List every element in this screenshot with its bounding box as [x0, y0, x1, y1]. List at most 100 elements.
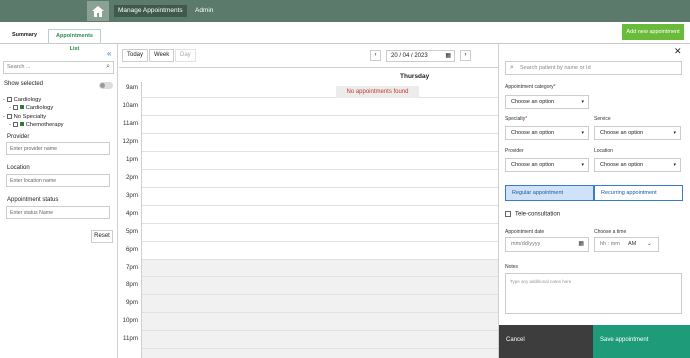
tele-consultation-checkbox[interactable] — [505, 211, 511, 217]
tree-item-label: Cardiology — [13, 97, 42, 103]
time-slot-row[interactable] — [142, 186, 498, 188]
double-chevron-left-icon[interactable]: « — [107, 49, 111, 58]
time-slot-row[interactable] — [142, 348, 498, 350]
chevron-down-icon: ▾ — [581, 99, 584, 105]
time-slot-label: 4pm — [125, 209, 138, 217]
chevron-down-icon: ▾ — [581, 130, 584, 136]
time-slot-row[interactable] — [142, 150, 498, 152]
reset-button[interactable]: Reset — [91, 230, 113, 243]
appointment-category-select[interactable]: Choose an option ▾ — [505, 95, 589, 109]
provider-label: Provider — [505, 148, 524, 154]
time-slot-label: 9pm — [125, 299, 138, 307]
tree-branch-marker: - — [9, 105, 11, 111]
time-slot-row[interactable] — [142, 330, 498, 332]
patient-search-input[interactable]: ⌕ Search patient by name or Id — [505, 61, 682, 75]
new-appointment-panel: ✕ ⌕ Search patient by name or Id Appoint… — [498, 44, 690, 358]
day-view-button[interactable]: Day — [175, 49, 196, 62]
calendar-icon[interactable]: ▦ — [578, 238, 584, 251]
tree-item-label: Chemotherapy — [25, 122, 64, 128]
specialty-label-text: Specialty — [505, 116, 526, 122]
tree-branch-marker: - — [9, 122, 11, 128]
service-select[interactable]: Choose an option ▾ — [594, 126, 681, 140]
show-selected-toggle[interactable] — [99, 82, 113, 89]
tree-checkbox[interactable] — [6, 96, 12, 102]
add-new-appointment-button[interactable]: Add new appointment — [622, 24, 684, 40]
time-slot-row[interactable] — [142, 294, 498, 296]
time-slot-row[interactable] — [142, 114, 498, 116]
tree-checkbox[interactable] — [12, 121, 18, 127]
time-slot-row[interactable] — [142, 276, 498, 278]
specialty-select[interactable]: Choose an option ▾ — [505, 126, 589, 140]
save-appointment-button[interactable]: Save appointment — [593, 325, 690, 358]
status-filter-input[interactable]: Enter status Name — [6, 206, 110, 219]
calendar-date-input[interactable]: 20 / 04 / 2023 ▦ — [386, 50, 455, 62]
location-filter-input[interactable]: Enter location name — [6, 174, 110, 187]
show-selected-label: Show selected — [4, 81, 44, 87]
close-icon[interactable]: ✕ — [674, 46, 682, 57]
time-slot-label: 10am — [122, 101, 138, 109]
tree-checkbox[interactable] — [6, 113, 12, 119]
recurring-appointment-toggle[interactable]: Recurring appointment — [594, 185, 683, 201]
time-slot-label: 2pm — [125, 173, 138, 181]
appointment-category-label-text: Appointment category — [505, 84, 554, 90]
tab-appointments-list[interactable]: Appointments List — [48, 29, 101, 52]
service-label: Service — [594, 116, 611, 122]
time-slot-label: 11pm — [122, 335, 138, 343]
time-slot-label: 10pm — [122, 317, 138, 325]
ampm-select[interactable]: AM — [628, 238, 636, 251]
time-placeholder: hh : mm — [600, 241, 620, 247]
required-mark: * — [525, 116, 528, 122]
time-slot-row[interactable] — [142, 222, 498, 224]
tele-consultation-option[interactable]: Tele-consultation — [505, 211, 560, 218]
select-value: Choose an option — [511, 130, 555, 136]
select-value: Choose an option — [600, 130, 644, 136]
patient-search-placeholder: Search patient by name or Id — [520, 65, 591, 71]
tree-item-chemotherapy[interactable]: - Chemotherapy — [9, 121, 64, 129]
calendar-icon[interactable]: ▦ — [445, 51, 451, 61]
provider-filter-input[interactable]: Enter provider name — [6, 142, 110, 155]
home-icon — [92, 5, 104, 17]
tree-item-cardiology-child[interactable]: - Cardiology — [9, 104, 53, 112]
provider-select[interactable]: Choose an option ▾ — [505, 158, 589, 172]
tab-summary[interactable]: Summary — [8, 29, 41, 43]
time-slot-row[interactable] — [142, 168, 498, 170]
time-slot-row[interactable] — [142, 204, 498, 206]
time-slot-label: 5pm — [125, 227, 138, 235]
time-slot-row[interactable] — [142, 240, 498, 242]
time-slot-label: 7pm — [125, 263, 138, 271]
time-slot-row[interactable] — [142, 312, 498, 314]
today-button[interactable]: Today — [122, 49, 149, 62]
time-slot-row[interactable] — [142, 132, 498, 134]
tree-item-cardiology[interactable]: - Cardiology — [3, 96, 41, 104]
appointment-category-label: Appointment category* — [505, 84, 556, 90]
regular-appointment-toggle[interactable]: Regular appointment — [505, 185, 594, 201]
appointment-date-label: Appointment date — [505, 229, 545, 235]
sidebar-search-placeholder: Search ... — [7, 64, 31, 70]
home-button[interactable] — [87, 1, 109, 21]
select-value: Choose an option — [511, 99, 555, 105]
time-slot-label: 1pm — [125, 155, 138, 163]
calendar-day-view: Today Week Day ‹ 20 / 04 / 2023 ▦ › Thur… — [119, 44, 498, 358]
appointment-date-input[interactable]: mm/dd/yyyy ▦ — [505, 237, 589, 252]
time-slot-row[interactable] — [142, 258, 498, 260]
cancel-button[interactable]: Cancel — [499, 325, 593, 358]
week-view-button[interactable]: Week — [149, 49, 175, 62]
location-select[interactable]: Choose an option ▾ — [594, 158, 681, 172]
sidebar-search-input[interactable]: Search ... ⌕ — [3, 61, 114, 74]
nav-manage-appointments[interactable]: Manage Appointments — [114, 5, 187, 17]
notes-textarea[interactable]: Type any additional notes here — [505, 273, 682, 314]
no-appointments-message: No appointments found — [336, 86, 419, 98]
chevron-left-icon[interactable]: ‹ — [370, 50, 381, 61]
tree-collapse-marker: - — [3, 97, 5, 103]
tree-checkbox[interactable] — [12, 104, 18, 110]
specialty-label: Specialty* — [505, 116, 527, 122]
chevron-right-icon[interactable]: › — [460, 50, 471, 61]
date-placeholder: mm/dd/yyyy — [511, 241, 541, 247]
tree-item-no-specialty[interactable]: - No Specialty — [3, 113, 46, 121]
tree-item-label: No Specialty — [13, 114, 47, 120]
nav-admin[interactable]: Admin — [191, 5, 217, 17]
time-slot-row[interactable] — [142, 96, 498, 98]
day-column-header: Thursday — [400, 73, 430, 80]
search-icon: ⌕ — [106, 63, 110, 70]
appointment-time-input[interactable]: hh : mm AM ⌄ — [594, 237, 659, 252]
